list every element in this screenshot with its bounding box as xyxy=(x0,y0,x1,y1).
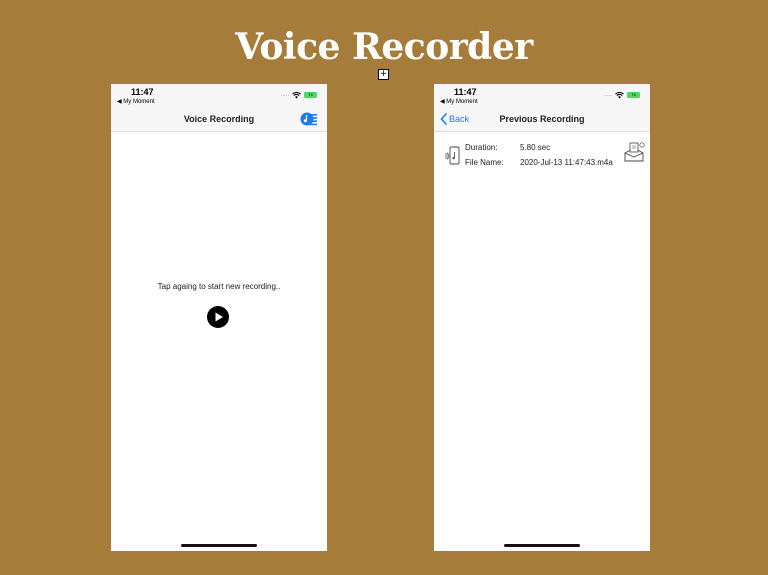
status-back-app[interactable]: ◀ My Moment xyxy=(440,98,478,105)
filename-value: 2020-Jul-13 11:47:43.m4a xyxy=(520,158,613,167)
recording-list-item[interactable]: Duration: 5.80 sec File Name: 2020-Jul-1… xyxy=(434,140,650,174)
audio-file-icon xyxy=(445,146,460,165)
status-icons: ..... 74 xyxy=(281,90,317,100)
filename-label: File Name: xyxy=(465,158,504,167)
status-bar: 11:47 ◀ My Moment ..... 74 xyxy=(111,84,327,108)
recording-prompt: Tap againg to start new recording.. xyxy=(157,282,281,291)
navigation-bar: Voice Recording xyxy=(111,108,327,132)
status-time: 11:47 xyxy=(454,87,477,97)
share-icon[interactable] xyxy=(622,141,646,163)
play-icon[interactable] xyxy=(207,306,229,328)
slide-title: Voice Recorder xyxy=(235,26,533,68)
navigation-bar: Back Previous Recording xyxy=(434,108,650,132)
cellular-signal-icon: ..... xyxy=(280,92,289,98)
status-time: 11:47 xyxy=(131,87,154,97)
cellular-signal-icon: ..... xyxy=(603,92,612,98)
previous-recording-screen: 11:47 ◀ My Moment ..... 74 Back Previous… xyxy=(434,84,650,551)
duration-value: 5.80 sec xyxy=(520,143,551,152)
wifi-icon xyxy=(615,91,624,99)
home-indicator[interactable] xyxy=(181,544,257,547)
status-icons: ..... 74 xyxy=(604,90,640,100)
wifi-icon xyxy=(292,91,301,99)
move-handle-icon[interactable]: + xyxy=(378,69,389,80)
nav-title: Previous Recording xyxy=(499,114,585,124)
duration-label: Duration: xyxy=(465,143,498,152)
battery-icon: 74 xyxy=(304,92,317,98)
voice-recording-screen: 11:47 ◀ My Moment ..... 74 Voice Recordi… xyxy=(111,84,327,551)
battery-icon: 74 xyxy=(627,92,640,98)
status-bar: 11:47 ◀ My Moment ..... 74 xyxy=(434,84,650,108)
nav-title: Voice Recording xyxy=(183,114,255,124)
status-back-app[interactable]: ◀ My Moment xyxy=(117,98,155,105)
home-indicator[interactable] xyxy=(504,544,580,547)
recordings-list-icon[interactable] xyxy=(300,111,318,127)
